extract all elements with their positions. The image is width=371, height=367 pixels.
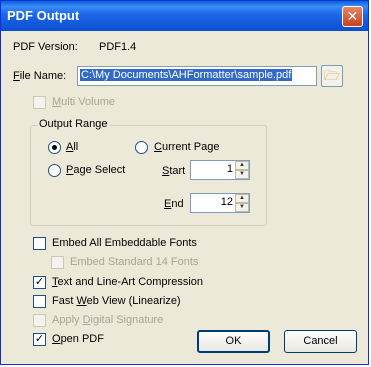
pdf-version-label: PDF Version: [13, 41, 78, 53]
title-bar[interactable]: PDF Output ✕ [1, 1, 368, 31]
close-button[interactable]: ✕ [342, 6, 363, 27]
embed-fonts-label: Embed All Embeddable Fonts [52, 237, 197, 249]
file-name-label: File Name: [13, 70, 67, 82]
multi-volume-label: Multi Volume [52, 96, 115, 108]
file-name-value: C:\My Documents\AHFormatter\sample.pdf [80, 69, 293, 81]
pdf-output-dialog: PDF Output ✕ PDF Version: PDF1.4 File Na… [0, 0, 369, 365]
compression-checkbox[interactable]: ✓ [33, 276, 46, 289]
radio-all[interactable] [48, 141, 61, 154]
ok-button[interactable]: OK [197, 330, 270, 353]
start-spin-up-icon[interactable]: ▲ [235, 161, 249, 170]
end-spinner[interactable]: 12 ▲ ▼ [190, 193, 250, 213]
multi-volume-checkbox[interactable] [33, 96, 46, 109]
fast-web-checkbox[interactable] [33, 295, 46, 308]
radio-page-select-label: Page Select [66, 164, 126, 176]
window-title: PDF Output [7, 8, 80, 23]
start-label: Start [162, 165, 186, 177]
folder-open-icon: 🗁 [323, 68, 341, 83]
embed-std14-label: Embed Standard 14 Fonts [70, 256, 199, 268]
digital-signature-label: Apply Digital Signature [52, 314, 164, 326]
open-pdf-checkbox[interactable]: ✓ [33, 333, 46, 346]
output-range-legend: Output Range [37, 118, 110, 130]
file-name-input[interactable]: C:\My Documents\AHFormatter\sample.pdf [77, 66, 317, 86]
check-mark-icon: ✓ [34, 333, 45, 345]
radio-current-page-label: Current Page [154, 141, 220, 153]
radio-all-label: All [66, 141, 79, 153]
browse-button[interactable]: 🗁 [321, 65, 343, 87]
cancel-button[interactable]: Cancel [284, 330, 357, 353]
embed-std14-checkbox[interactable] [51, 256, 64, 269]
check-mark-icon: ✓ [34, 276, 45, 288]
radio-current-page[interactable] [135, 141, 148, 154]
pdf-version-value: PDF1.4 [99, 41, 137, 53]
embed-fonts-checkbox[interactable] [33, 237, 46, 250]
radio-page-select[interactable] [48, 164, 61, 177]
end-value: 12 [220, 196, 233, 208]
compression-label: Text and Line-Art Compression [52, 276, 204, 288]
fast-web-label: Fast Web View (Linearize) [52, 295, 181, 307]
end-spin-up-icon[interactable]: ▲ [235, 194, 249, 203]
digital-signature-checkbox[interactable] [33, 314, 46, 327]
open-pdf-label: Open PDF [52, 333, 104, 345]
start-spinner[interactable]: 1 ▲ ▼ [190, 160, 250, 180]
end-spin-down-icon[interactable]: ▼ [235, 203, 249, 212]
end-label: End [164, 198, 184, 210]
start-value: 1 [226, 163, 233, 175]
start-spin-down-icon[interactable]: ▼ [235, 170, 249, 179]
